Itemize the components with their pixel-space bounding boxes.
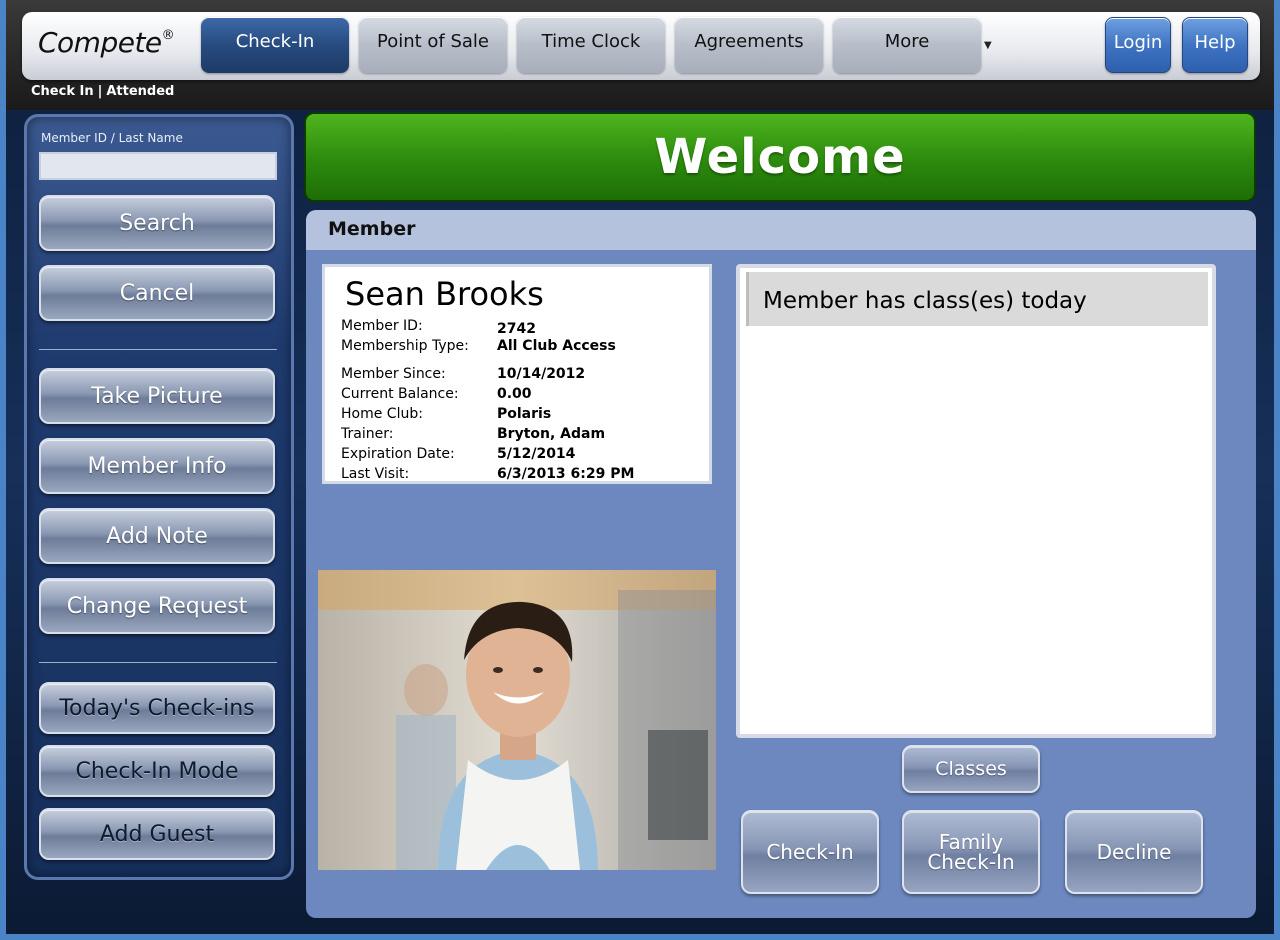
cancel-button[interactable]: Cancel [39, 265, 275, 321]
nav-tab-more[interactable]: More [833, 17, 981, 73]
member-name: Sean Brooks [345, 275, 544, 313]
sidebar: Member ID / Last Name Search Cancel Take… [24, 114, 294, 880]
nav-tab-time-clock[interactable]: Time Clock [517, 17, 665, 73]
member-search-input[interactable] [39, 152, 277, 180]
member-photo-image [318, 570, 716, 870]
app-logo: Compete® [38, 26, 175, 59]
login-button[interactable]: Login [1105, 17, 1171, 73]
welcome-banner: Welcome [304, 112, 1256, 202]
last-visit-value: 6/3/2013 6:29 PM [497, 466, 635, 482]
sidebar-divider [39, 349, 277, 350]
check-in-button[interactable]: Check-In [741, 810, 879, 894]
add-note-button[interactable]: Add Note [39, 508, 275, 564]
field-label: Home Club: [341, 406, 423, 422]
member-info-button[interactable]: Member Info [39, 438, 275, 494]
nav-tab-check-in[interactable]: Check-In [201, 17, 349, 73]
change-request-button[interactable]: Change Request [39, 578, 275, 634]
field-label: Member Since: [341, 366, 446, 382]
member-id-value: 2742 [497, 321, 536, 337]
trainer-value: Bryton, Adam [497, 426, 606, 442]
help-button[interactable]: Help [1182, 17, 1248, 73]
member-since-value: 10/14/2012 [497, 366, 586, 382]
field-label: Expiration Date: [341, 446, 455, 462]
classes-message[interactable]: Member has class(es) today [746, 272, 1208, 326]
field-label: Trainer: [341, 426, 394, 442]
search-label: Member ID / Last Name [41, 131, 183, 145]
search-button[interactable]: Search [39, 195, 275, 251]
member-photo [318, 570, 716, 870]
more-dropdown-caret-icon[interactable]: ▼ [984, 40, 992, 51]
breadcrumb-mode[interactable]: Attended [106, 84, 174, 99]
nav-tab-agreements[interactable]: Agreements [675, 17, 823, 73]
classes-button[interactable]: Classes [902, 745, 1040, 793]
family-check-in-label-line2: Check-In [927, 850, 1015, 874]
todays-checkins-button[interactable]: Today's Check-ins [39, 682, 275, 734]
current-balance-value: 0.00 [497, 386, 532, 402]
classes-panel: Member has class(es) today [736, 264, 1216, 738]
nav-strip: Compete® Check-In Point of Sale Time Clo… [22, 12, 1260, 80]
member-panel-header: Member [306, 210, 1256, 254]
sidebar-divider [39, 662, 277, 663]
member-info-card: Sean Brooks Member ID: 2742 Membership T… [322, 264, 712, 484]
breadcrumb: Check In | Attended [31, 84, 175, 99]
membership-type-value: All Club Access [497, 338, 616, 354]
nav-tab-point-of-sale[interactable]: Point of Sale [359, 17, 507, 73]
field-label: Membership Type: [341, 338, 469, 354]
family-check-in-button[interactable]: Family Check-In [902, 810, 1040, 894]
member-panel-title: Member [328, 218, 416, 240]
home-club-value: Polaris [497, 406, 552, 422]
field-label: Current Balance: [341, 386, 459, 402]
expiration-date-value: 5/12/2014 [497, 446, 576, 462]
check-in-mode-button[interactable]: Check-In Mode [39, 745, 275, 797]
family-check-in-label-line1: Family [938, 830, 1004, 854]
take-picture-button[interactable]: Take Picture [39, 368, 275, 424]
decline-button[interactable]: Decline [1065, 810, 1203, 894]
breadcrumb-section[interactable]: Check In [31, 84, 94, 99]
top-bar: Compete® Check-In Point of Sale Time Clo… [6, 0, 1274, 110]
field-label: Last Visit: [341, 466, 410, 482]
field-label: Member ID: [341, 318, 423, 334]
add-guest-button[interactable]: Add Guest [39, 808, 275, 860]
